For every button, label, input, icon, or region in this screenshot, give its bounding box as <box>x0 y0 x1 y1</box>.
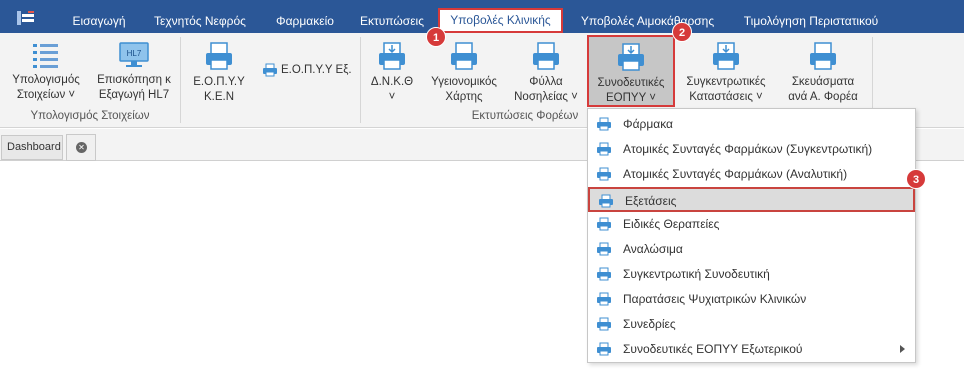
calculate-data-label-2: Στοιχείων ˅ <box>16 89 76 101</box>
hl7-label-2: Εξαγωγή HL7 <box>98 89 170 101</box>
menu-item-label: Φάρμακα <box>623 117 673 131</box>
menu-item-synodeftikes-exoterikou[interactable]: Συνοδευτικές ΕΟΠΥΥ Εξωτερικού <box>588 337 915 362</box>
group-separator <box>180 37 181 123</box>
printer-icon <box>713 42 739 70</box>
menu-item-eidikes-therapeies[interactable]: Ειδικές Θεραπείες <box>588 212 915 237</box>
printer-icon <box>597 292 611 306</box>
dnkth-arrow: ˅ <box>388 91 396 103</box>
submenu-arrow-icon <box>900 345 905 353</box>
printer-icon <box>810 42 836 70</box>
synodeftikes-dropdown-menu: Φάρμακα Ατομικές Συνταγές Φαρμάκων (Συγκε… <box>587 108 916 363</box>
printer-icon <box>206 42 232 70</box>
ygeionomikos-chartis-button[interactable]: Υγειονομικός Χάρτης <box>422 41 506 105</box>
hl7-badge-text: HL7 <box>127 49 142 58</box>
menu-item-synedries[interactable]: Συνεδρίες <box>588 312 915 337</box>
tab-timologisi-peristatikou[interactable]: Τιμολόγηση Περιστατικού <box>731 9 891 33</box>
synodeftikes-label-1: Συνοδευτικές <box>597 77 665 89</box>
small-printer-icon <box>263 63 277 77</box>
menu-item-label: Παρατάσεις Ψυχιατρικών Κλινικών <box>623 292 807 306</box>
skeuasmata-button[interactable]: Σκευάσματα ανά Α. Φορέα <box>778 41 868 105</box>
menu-item-label: Ατομικές Συνταγές Φαρμάκων (Αναλυτική) <box>623 167 848 181</box>
printer-icon <box>379 42 405 70</box>
ygeionomikos-label-1: Υγειονομικός <box>431 76 497 88</box>
printer-icon <box>533 42 559 70</box>
tab-farmakeio[interactable]: Φαρμακείο <box>265 9 345 33</box>
group-label-calculate: Υπολογισμός Στοιχείων <box>30 110 150 122</box>
printer-icon <box>597 317 611 331</box>
printer-icon <box>597 167 611 181</box>
printer-icon <box>618 43 644 71</box>
calculate-data-label-1: Υπολογισμός <box>12 74 80 86</box>
group-separator <box>360 37 361 123</box>
tab-eisagogi[interactable]: Εισαγωγή <box>64 9 134 33</box>
tab-ypovoles-klinikis[interactable]: Υποβολές Κλινικής <box>438 8 563 33</box>
fylla-label-1: Φύλλα <box>529 76 563 88</box>
fylla-label-2: Νοσηλείας ˅ <box>514 91 578 103</box>
hl7-export-button[interactable]: HL7 Επισκόπηση κ Εξαγωγή HL7 <box>92 41 176 103</box>
printer-icon <box>597 142 611 156</box>
menu-item-analosima[interactable]: Αναλώσιμα <box>588 237 915 262</box>
tab-ektyposeis[interactable]: Εκτυπώσεις <box>352 9 432 33</box>
close-icon: ✕ <box>76 142 87 153</box>
synkentrotikes-label-1: Συγκεντρωτικές <box>686 76 766 88</box>
close-tab-button[interactable]: ✕ <box>66 134 96 161</box>
dnkth-button[interactable]: Δ.Ν.Κ.Θ ˅ <box>364 41 420 105</box>
printer-icon <box>597 267 611 281</box>
eopyy-ken-label-1: Ε.Ο.Π.Υ.Υ <box>193 76 245 88</box>
hl7-label-1: Επισκόπηση κ <box>97 74 171 86</box>
list-icon <box>33 44 58 68</box>
menu-item-exetaseis[interactable]: Εξετάσεις <box>588 187 915 212</box>
menu-item-paratasis-psychiatrikon[interactable]: Παρατάσεις Ψυχιατρικών Κλινικών <box>588 287 915 312</box>
app-grid-icon[interactable] <box>16 10 36 26</box>
dnkth-label: Δ.Ν.Κ.Θ <box>370 76 414 88</box>
synodeftikes-eopyy-button[interactable]: Συνοδευτικές ΕΟΠΥΥ ˅ <box>587 35 675 107</box>
eopyy-ken-button[interactable]: Ε.Ο.Π.Υ.Υ Κ.Ε.Ν <box>186 41 252 105</box>
tab-ypovoles-aimokatharsis[interactable]: Υποβολές Αιμοκάθαρσης <box>570 9 725 33</box>
synodeftikes-label-2: ΕΟΠΥΥ ˅ <box>606 92 656 104</box>
tab-technitos-nefros[interactable]: Τεχνητός Νεφρός <box>145 9 255 33</box>
printer-icon <box>597 217 611 231</box>
menu-item-label: Συνεδρίες <box>623 317 676 331</box>
menu-item-atomikes-analytiki[interactable]: Ατομικές Συνταγές Φαρμάκων (Αναλυτική) <box>588 162 915 187</box>
menu-item-label: Ειδικές Θεραπείες <box>623 217 720 231</box>
printer-icon <box>597 242 611 256</box>
menu-item-label: Συγκεντρωτική Συνοδευτική <box>623 267 770 281</box>
step-badge-1: 1 <box>426 27 446 47</box>
printer-icon <box>597 117 611 131</box>
menu-item-label: Ατομικές Συνταγές Φαρμάκων (Συγκεντρωτικ… <box>623 142 873 156</box>
menu-item-label: Αναλώσιμα <box>623 242 683 256</box>
ribbon-tab-bar: Εισαγωγή Τεχνητός Νεφρός Φαρμακείο Εκτυπ… <box>0 0 964 33</box>
printer-icon <box>451 42 477 70</box>
calculate-data-button[interactable]: Υπολογισμός Στοιχείων ˅ <box>4 41 88 103</box>
step-badge-3: 3 <box>906 169 926 189</box>
ygeionomikos-label-2: Χάρτης <box>445 91 483 103</box>
synkentrotikes-label-2: Καταστάσεις ˅ <box>689 91 763 103</box>
menu-item-farmaka[interactable]: Φάρμακα <box>588 112 915 137</box>
step-badge-2: 2 <box>672 22 692 42</box>
skeuasmata-label-2: ανά Α. Φορέα <box>788 91 858 103</box>
eopyy-ex-label: Ε.Ο.Π.Υ.Υ Εξ. <box>281 64 352 77</box>
skeuasmata-label-1: Σκευάσματα <box>791 76 855 88</box>
printer-icon <box>599 194 613 208</box>
synkentrotikes-katastaseis-button[interactable]: Συγκεντρωτικές Καταστάσεις ˅ <box>678 41 774 105</box>
menu-item-synkentrotiki-synodeftiki[interactable]: Συγκεντρωτική Συνοδευτική <box>588 262 915 287</box>
dashboard-tab[interactable]: Dashboard <box>1 135 63 160</box>
eopyy-ken-label-2: Κ.Ε.Ν <box>203 91 235 103</box>
eopyy-ex-button[interactable]: Ε.Ο.Π.Υ.Υ Εξ. <box>260 63 355 78</box>
menu-item-label: Εξετάσεις <box>625 194 677 208</box>
printer-icon <box>597 342 611 356</box>
monitor-icon: HL7 <box>119 42 149 67</box>
menu-item-atomikes-synkentrotiki[interactable]: Ατομικές Συνταγές Φαρμάκων (Συγκεντρωτικ… <box>588 137 915 162</box>
menu-item-label: Συνοδευτικές ΕΟΠΥΥ Εξωτερικού <box>623 342 803 356</box>
fylla-nosileias-button[interactable]: Φύλλα Νοσηλείας ˅ <box>508 41 584 105</box>
